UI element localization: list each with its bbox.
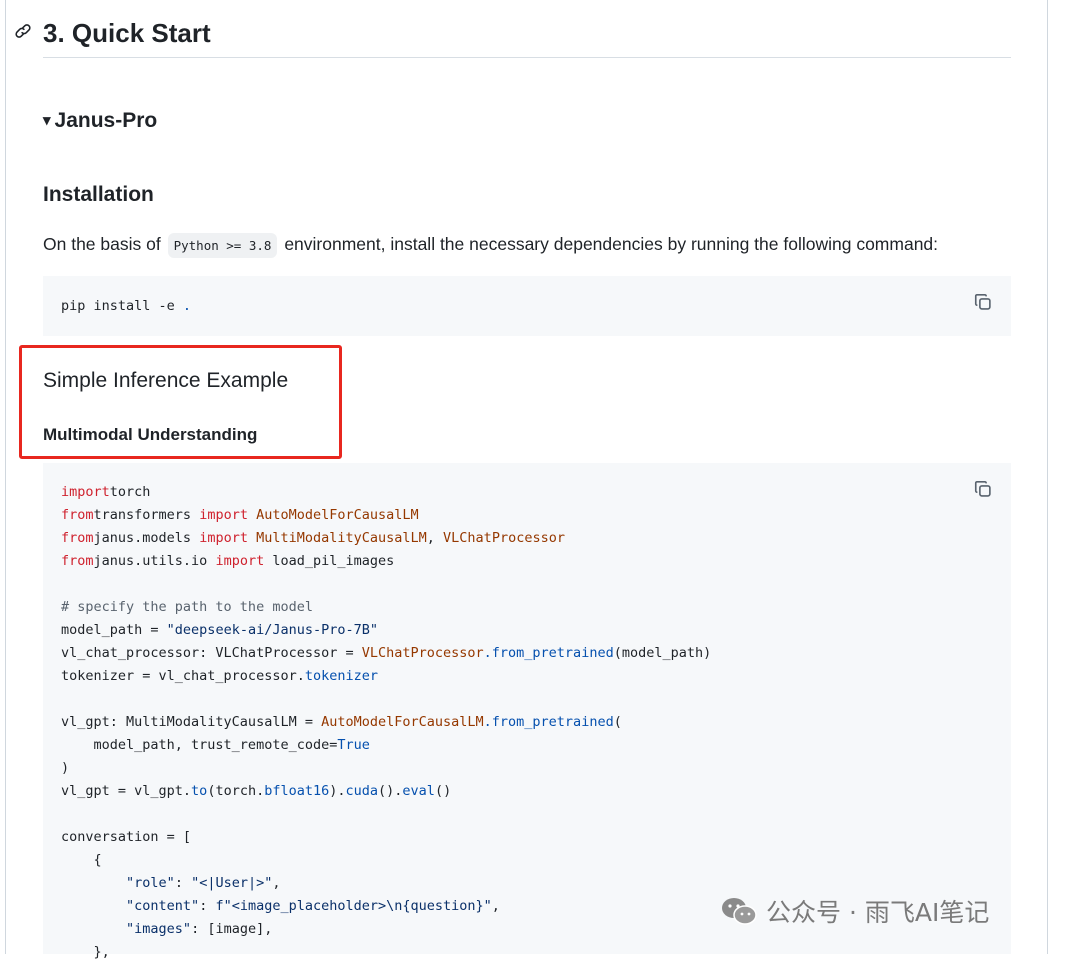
code-token: vl_chat_processor: VLChatProcessor = [61,645,362,661]
code-token: : [174,875,192,891]
code-token: janus.utils.io [93,553,216,569]
code-line: vl_gpt = vl_gpt.to(torch.bfloat16).cuda(… [61,780,1011,803]
install-code-block: pip install -e . [43,276,1011,336]
code-token: .from_pretrained [483,714,614,730]
watermark-text: 公众号 · 雨飞AI笔记 [766,898,990,927]
red-highlight-box [19,345,342,459]
code-token: AutoModelForCausalLM [321,714,484,730]
code-token: (torch. [207,783,265,799]
code-token: "role" [126,875,175,891]
code-line: ) [61,757,1011,780]
installation-heading: Installation [43,183,154,206]
code-token: "deepseek-ai/Janus-Pro-7B" [166,622,378,638]
python-code-block: importtorch fromtransformers import AutoM… [43,463,1011,960]
details-summary-janus-pro[interactable]: ▾ Janus-Pro [43,107,157,137]
code-token: tokenizer = vl_chat_processor. [61,668,305,684]
code-token: import [199,530,248,546]
wechat-icon [722,898,757,925]
details-summary-label: Janus-Pro [54,109,158,132]
paragraph-text-after: environment, install the necessary depen… [284,234,939,254]
heading-divider [43,57,1011,58]
code-token: (model_path) [613,645,712,661]
code-token: janus.models [93,530,200,546]
code-token: True [337,737,370,753]
python-version-code: Python >= 3.8 [167,233,278,258]
link-icon[interactable] [14,22,32,40]
code-line: fromjanus.utils.io import load_pil_image… [61,550,1011,573]
installation-paragraph: On the basis of Python >= 3.8 environmen… [43,231,1023,259]
code-token: from [61,530,94,546]
watermark: 公众号 · 雨飞AI笔记 [720,893,989,929]
code-token: "images" [126,921,192,937]
code-token: model_path = [61,622,167,638]
code-token: "content" [126,898,200,914]
code-token: : [image], [191,921,273,937]
code-line: importtorch [61,481,1011,504]
install-command: pip install -e [61,298,183,314]
code-token: "<|User|>" [191,875,273,891]
code-token: MultiModalityCausalLM [247,530,427,546]
code-token: vl_gpt = vl_gpt. [61,783,192,799]
code-token: () [434,783,452,799]
code-token: model_path, trust_remote_code= [61,737,338,753]
code-line: model_path, trust_remote_code=True [61,734,1011,757]
code-line: tokenizer = vl_chat_processor.tokenizer [61,665,1011,688]
code-token: from [61,507,94,523]
code-token: to [191,783,208,799]
code-line: # specify the path to the model [61,596,1011,619]
code-token: , [426,530,444,546]
code-token: tokenizer [304,668,378,684]
copy-icon[interactable] [973,479,993,499]
code-line: model_path = "deepseek-ai/Janus-Pro-7B" [61,619,1011,642]
code-lines: importtorch fromtransformers import AutoM… [61,481,1011,964]
code-token: cuda [345,783,379,799]
code-token: transformers [93,507,200,523]
code-line: }, [61,941,1011,964]
code-token: conversation = [ [61,829,192,845]
code-token: .from_pretrained [483,645,614,661]
expand-triangle-icon: ▾ [43,112,51,129]
code-token: torch [109,484,151,500]
code-token: vl_gpt: MultiModalityCausalLM = [61,714,322,730]
code-token: (). [378,783,403,799]
code-token: eval [402,783,435,799]
code-token: load_pil_images [264,553,395,569]
code-line: vl_chat_processor: VLChatProcessor = VLC… [61,642,1011,665]
code-token: }, [61,944,110,960]
section-title: 3. Quick Start [43,18,211,48]
code-token: from [61,553,94,569]
install-command-dot: . [182,298,192,314]
code-line: conversation = [ [61,826,1011,849]
code-line: { [61,849,1011,872]
code-token: bfloat16 [264,783,330,799]
code-line: fromjanus.models import MultiModalityCau… [61,527,1011,550]
code-token: VLChatProcessor [443,530,565,546]
code-token: ( [613,714,622,730]
code-token: , [272,875,281,891]
code-token: import [199,507,248,523]
code-token: import [61,484,110,500]
code-line: vl_gpt: MultiModalityCausalLM = AutoMode… [61,711,1011,734]
code-token: { [61,852,102,868]
code-line: "role": "<|User|>", [61,872,1011,895]
code-token: : [199,898,216,914]
code-token: VLChatProcessor [361,645,484,661]
code-token: AutoModelForCausalLM [247,507,419,523]
code-token: # specify the path to the model [61,599,313,615]
copy-icon[interactable] [973,292,993,312]
code-token: f"<image_placeholder>\n{question}" [215,898,492,914]
code-token: import [215,553,265,569]
code-line: fromtransformers import AutoModelForCaus… [61,504,1011,527]
code-token: , [491,898,500,914]
code-token: ) [61,760,70,776]
code-token: ). [329,783,346,799]
paragraph-text-before: On the basis of [43,234,161,254]
